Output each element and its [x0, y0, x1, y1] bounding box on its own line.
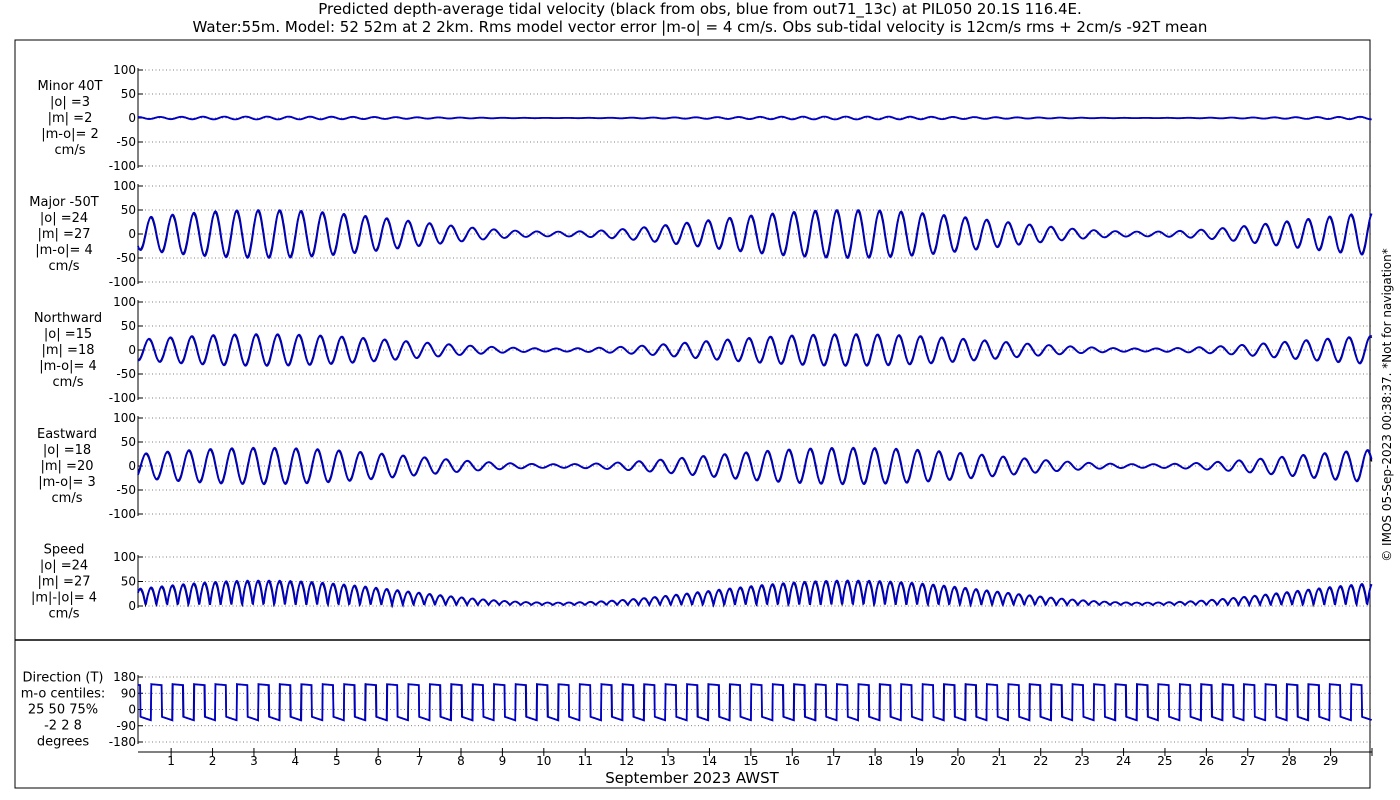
- tidal-velocity-chart: 100500-50-100Minor 40T|o| =3|m| =2|m-o|=…: [14, 39, 1373, 789]
- y-tick-label: 100: [113, 411, 136, 425]
- x-tick-label: 1: [167, 754, 175, 768]
- panel-label-north: |m-o|= 4: [39, 359, 97, 374]
- x-tick-label: 26: [1199, 754, 1214, 768]
- y-tick-label: 50: [121, 575, 136, 589]
- panel-label-direction: degrees: [37, 735, 90, 750]
- y-tick-label: -50: [116, 135, 136, 149]
- panel-label-speed: Speed: [44, 543, 85, 558]
- panel-label-major: |m-o|= 4: [35, 243, 93, 258]
- x-tick-label: 12: [619, 754, 634, 768]
- y-tick-label: 50: [121, 87, 136, 101]
- x-tick-label: 22: [1033, 754, 1048, 768]
- panel-label-speed: |o| =24: [40, 559, 88, 574]
- y-tick-label: 0: [128, 111, 136, 125]
- panel-label-major: cm/s: [49, 259, 80, 274]
- y-tick-label: 50: [121, 319, 136, 333]
- y-tick-label: 0: [128, 703, 136, 717]
- x-tick-label: 11: [578, 754, 593, 768]
- y-tick-label: 100: [113, 550, 136, 564]
- x-tick-label: 16: [785, 754, 800, 768]
- y-tick-label: 0: [128, 459, 136, 473]
- y-tick-label: -50: [116, 483, 136, 497]
- panel-label-north: cm/s: [53, 375, 84, 390]
- series-model-north: [137, 333, 1373, 367]
- y-tick-label: -180: [109, 735, 136, 749]
- y-tick-label: 100: [113, 179, 136, 193]
- outer-frame: [14, 39, 1371, 789]
- panel-label-east: |o| =18: [43, 443, 91, 458]
- panel-label-major: Major -50T: [29, 195, 98, 210]
- x-tick-label: 15: [743, 754, 758, 768]
- y-tick-label: -50: [116, 251, 136, 265]
- y-tick-label: -90: [116, 719, 136, 733]
- y-tick-label: -100: [109, 391, 136, 405]
- x-tick-label: 8: [457, 754, 465, 768]
- y-tick-label: 100: [113, 63, 136, 77]
- panel-label-east: Eastward: [37, 427, 97, 442]
- panel-label-east: |m| =20: [41, 459, 94, 474]
- panel-label-direction: Direction (T): [23, 671, 104, 686]
- series-model-minor: [138, 115, 1372, 121]
- series-model-direction: [137, 683, 1373, 722]
- x-tick-label: 9: [499, 754, 507, 768]
- y-tick-label: -100: [109, 159, 136, 173]
- x-tick-label: 13: [660, 754, 675, 768]
- panel-label-minor: |o| =3: [50, 95, 90, 110]
- y-tick-label: 50: [121, 203, 136, 217]
- panel-label-east: cm/s: [52, 491, 83, 506]
- x-tick-label: 2: [209, 754, 217, 768]
- panel-label-direction: 25 50 75%: [28, 703, 98, 718]
- x-tick-label: 27: [1240, 754, 1255, 768]
- x-tick-label: 19: [909, 754, 924, 768]
- panel-label-direction: m-o centiles:: [21, 687, 106, 702]
- x-tick-label: 5: [333, 754, 341, 768]
- y-tick-label: 90: [121, 686, 136, 700]
- y-tick-label: 180: [113, 670, 136, 684]
- panel-label-major: |o| =24: [40, 211, 88, 226]
- copyright-notice: © IMOS 05-Sep-2023 00:38:37. *Not for na…: [1380, 248, 1394, 562]
- x-tick-label: 17: [826, 754, 841, 768]
- x-tick-label: 28: [1282, 754, 1297, 768]
- y-tick-label: 100: [113, 295, 136, 309]
- panel-label-major: |m| =27: [38, 227, 91, 242]
- y-tick-label: 0: [128, 227, 136, 241]
- y-tick-label: -50: [116, 367, 136, 381]
- panel-label-north: |m| =18: [42, 343, 95, 358]
- x-tick-label: 14: [702, 754, 717, 768]
- x-tick-label: 7: [416, 754, 424, 768]
- panel-label-north: |o| =15: [44, 327, 92, 342]
- panel-label-minor: |m-o|= 2: [41, 127, 99, 142]
- panel-label-north: Northward: [34, 311, 102, 326]
- panel-label-minor: cm/s: [55, 143, 86, 158]
- x-tick-label: 6: [374, 754, 382, 768]
- y-tick-label: -100: [109, 507, 136, 521]
- x-tick-label: 23: [1074, 754, 1089, 768]
- panel-label-minor: Minor 40T: [38, 79, 103, 94]
- y-tick-label: 0: [128, 599, 136, 613]
- x-tick-label: 20: [950, 754, 965, 768]
- x-tick-label: 4: [292, 754, 300, 768]
- panel-label-minor: |m| =2: [48, 111, 93, 126]
- x-tick-label: 10: [536, 754, 551, 768]
- x-tick-label: 18: [867, 754, 882, 768]
- x-axis-label: September 2023 AWST: [605, 769, 779, 787]
- panel-label-east: |m-o|= 3: [38, 475, 96, 490]
- x-tick-label: 3: [250, 754, 258, 768]
- panel-label-direction: -2 2 8: [44, 719, 82, 734]
- x-tick-label: 25: [1157, 754, 1172, 768]
- y-tick-label: 0: [128, 343, 136, 357]
- panel-label-speed: |m| =27: [38, 575, 91, 590]
- x-tick-label: 21: [992, 754, 1007, 768]
- y-tick-label: -100: [109, 275, 136, 289]
- x-tick-label: 24: [1116, 754, 1131, 768]
- panel-label-speed: |m|-|o|= 4: [31, 591, 97, 606]
- panel-label-speed: cm/s: [49, 607, 80, 622]
- y-tick-label: 50: [121, 435, 136, 449]
- x-tick-label: 29: [1323, 754, 1338, 768]
